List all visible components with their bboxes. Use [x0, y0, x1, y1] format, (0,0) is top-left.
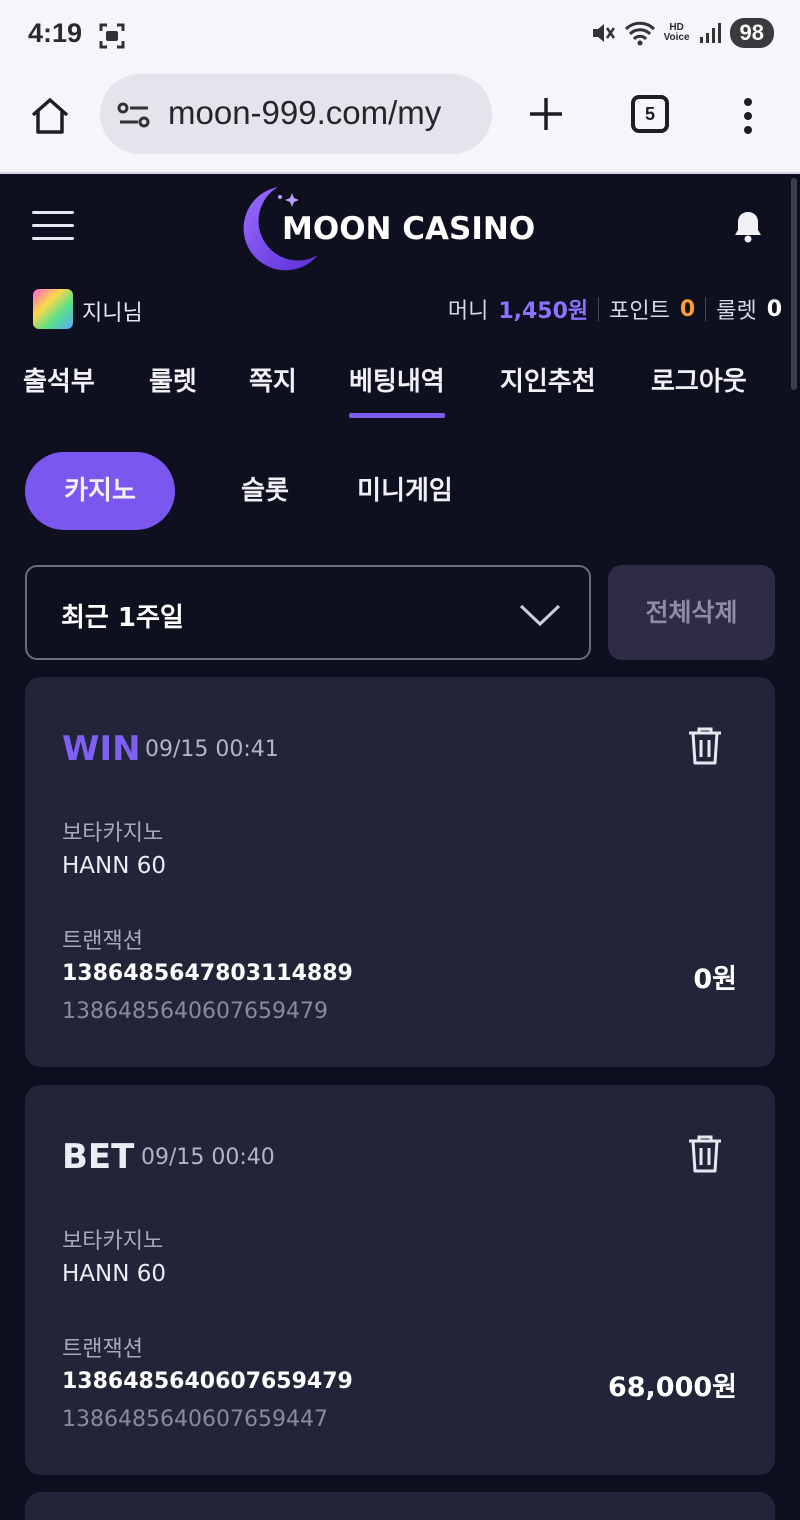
point-value: 0	[679, 296, 696, 322]
plus-icon[interactable]	[524, 92, 568, 136]
more-vert-icon[interactable]	[740, 96, 756, 136]
record-provider: 보타카지노	[62, 1229, 164, 1254]
record-amount: 0원	[693, 964, 737, 995]
bet-record-card-partial	[25, 1492, 775, 1520]
nav-tab-logout[interactable]: 로그아웃	[651, 361, 747, 398]
chevron-down-icon	[519, 604, 561, 627]
record-tx-label: 트랜잭션	[62, 1337, 143, 1362]
record-datetime: 09/15 00:40	[141, 1145, 275, 1170]
tab-switcher-button[interactable]: 5	[631, 95, 669, 133]
record-tx-ref: 1386485640607659479	[62, 999, 328, 1024]
category-tab-casino[interactable]: 카지노	[25, 452, 175, 530]
nav-tab-referral[interactable]: 지인추천	[500, 361, 596, 398]
record-tx-label: 트랜잭션	[62, 929, 143, 954]
site-header: MOON CASINO	[0, 175, 800, 275]
nav-tab-attendance[interactable]: 출석부	[23, 361, 95, 398]
category-tabs: 카지노 슬롯 미니게임	[25, 452, 785, 532]
delete-all-button[interactable]: 전체삭제	[608, 565, 775, 660]
status-bar: 4:19 HD Voice 98	[0, 0, 800, 70]
category-tab-slot[interactable]: 슬롯	[205, 452, 325, 530]
point-label: 포인트	[609, 299, 670, 324]
record-tx-id: 1386485640607659479	[62, 1369, 353, 1394]
user-info-row: 지니님 머니 1,450원 포인트 0 룰렛 0	[0, 285, 800, 335]
record-game: HANN 60	[62, 1261, 167, 1287]
record-tx-id: 1386485647803114889	[62, 961, 353, 986]
divider	[705, 297, 707, 321]
category-tab-minigame[interactable]: 미니게임	[325, 452, 485, 530]
record-amount: 68,000원	[607, 1372, 737, 1403]
scrollbar-thumb[interactable]	[791, 178, 797, 390]
signal-icon	[699, 23, 721, 43]
logo-text: MOON CASINO	[282, 211, 536, 247]
trash-icon[interactable]	[685, 1133, 725, 1175]
browser-toolbar: moon-999.com/my 5	[0, 70, 800, 174]
roulette-value: 0	[766, 296, 782, 322]
hd-voice-icon: HD Voice	[663, 22, 690, 43]
divider	[598, 297, 600, 321]
roulette-label: 룰렛	[716, 299, 757, 324]
money-value: 1,450원	[498, 299, 589, 324]
username: 지니님	[82, 301, 143, 326]
address-bar[interactable]: moon-999.com/my	[100, 74, 492, 154]
avatar	[33, 289, 73, 329]
site-settings-icon[interactable]	[116, 100, 152, 130]
period-select[interactable]: 최근 1주일	[25, 565, 591, 660]
hamburger-menu-icon[interactable]	[32, 211, 74, 243]
battery-indicator: 98	[729, 18, 774, 48]
nav-tab-messages[interactable]: 쪽지	[249, 361, 297, 398]
record-status: BET	[62, 1137, 135, 1177]
bet-record-card: BET 09/15 00:40 보타카지노 HANN 60 트랜잭션 13864…	[25, 1085, 775, 1475]
main-nav: 출석부 룰렛 쪽지 베팅내역 지인추천 로그아웃	[0, 355, 800, 425]
money-label: 머니	[447, 299, 489, 324]
record-game: HANN 60	[62, 853, 167, 879]
period-select-value: 최근 1주일	[61, 603, 184, 633]
trash-icon[interactable]	[685, 725, 725, 767]
nav-tab-betting-history[interactable]: 베팅내역	[349, 361, 445, 418]
record-provider: 보타카지노	[62, 821, 164, 846]
mute-icon	[592, 24, 615, 42]
bet-record-card: WIN 09/15 00:41 보타카지노 HANN 60 트랜잭션 13864…	[25, 677, 775, 1067]
url-text[interactable]: moon-999.com/my	[168, 94, 441, 132]
nav-tab-roulette[interactable]: 룰렛	[149, 361, 197, 398]
screenshot-icon	[99, 23, 125, 49]
status-time: 4:19	[28, 18, 83, 48]
logo[interactable]: MOON CASINO	[240, 179, 560, 273]
record-tx-ref: 1386485640607659447	[62, 1407, 328, 1432]
balance-summary: 머니 1,450원 포인트 0 룰렛 0	[448, 293, 782, 325]
record-datetime: 09/15 00:41	[145, 737, 279, 762]
wifi-icon	[624, 21, 655, 46]
bell-icon[interactable]	[732, 209, 764, 243]
home-icon[interactable]	[28, 94, 72, 138]
record-status: WIN	[62, 729, 141, 769]
